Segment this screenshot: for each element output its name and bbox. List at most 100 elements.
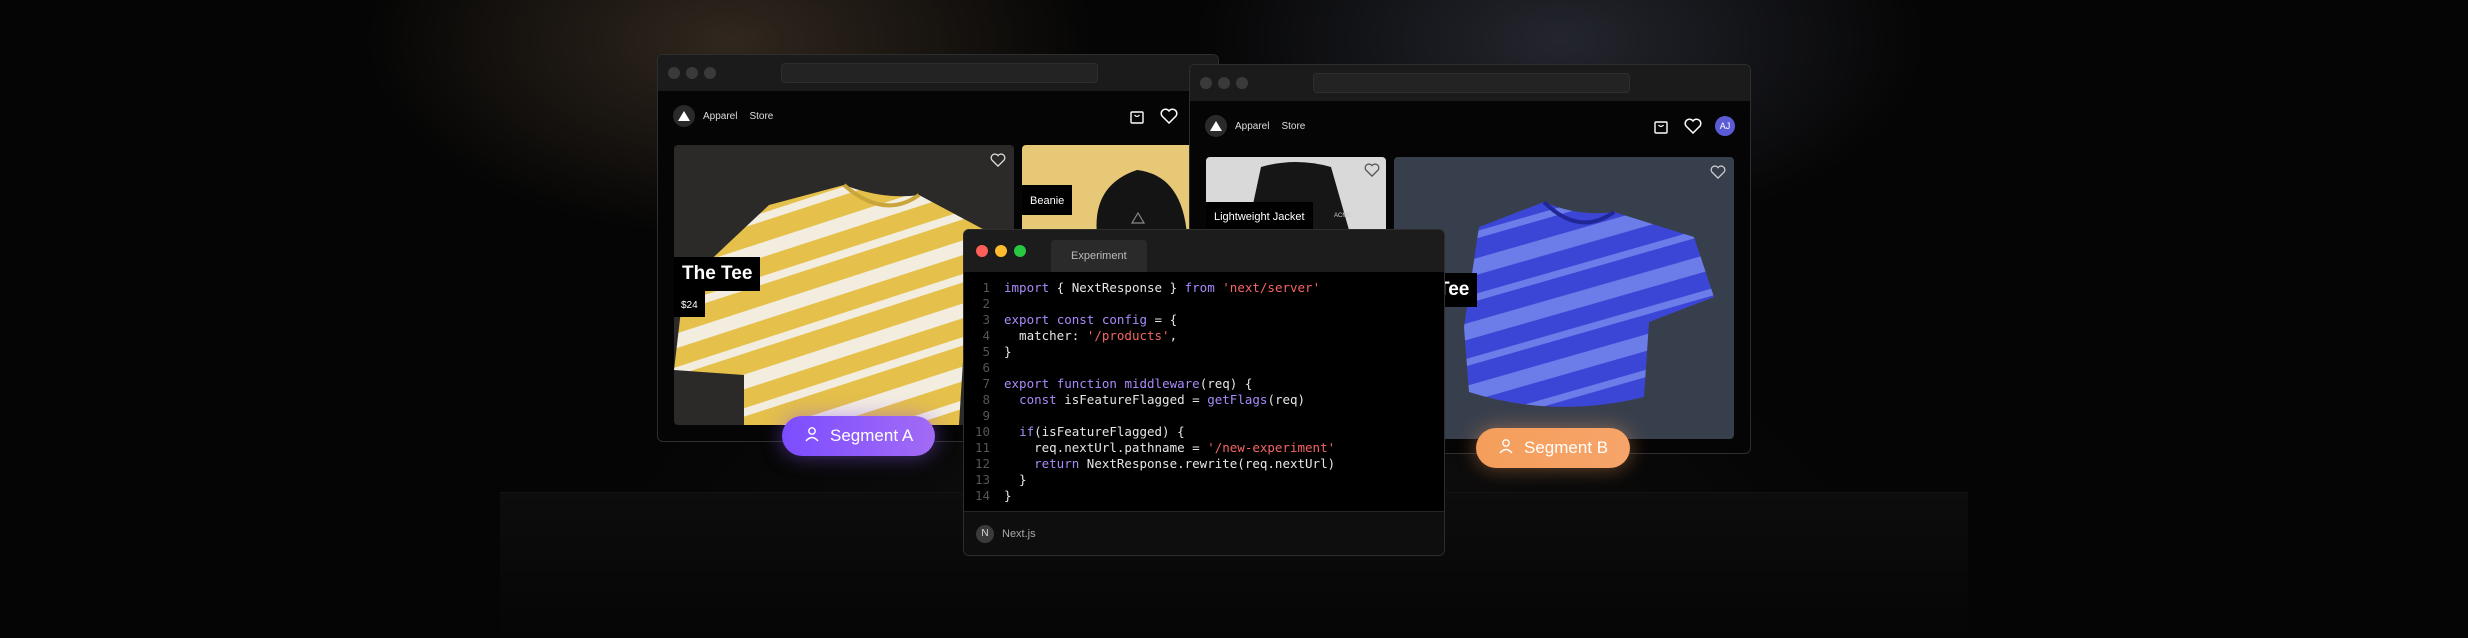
brand-name[interactable]: Apparel bbox=[703, 111, 737, 122]
code-token: , bbox=[1169, 328, 1178, 343]
user-icon bbox=[804, 426, 820, 447]
code-token: '/new-experiment' bbox=[1207, 440, 1336, 455]
window-close-dot[interactable] bbox=[668, 67, 680, 79]
code-line: 13 } bbox=[964, 472, 1444, 488]
code-line: 6 bbox=[964, 360, 1444, 376]
beanie-title: Beanie bbox=[1030, 195, 1065, 207]
segment-b-button[interactable]: Segment B bbox=[1476, 428, 1631, 468]
code-token: } bbox=[1004, 472, 1027, 487]
line-number: 7 bbox=[982, 376, 990, 391]
code-line: 7 export function middleware (req) { bbox=[964, 376, 1444, 392]
product-title-label: The Tee bbox=[674, 257, 761, 291]
code-token: from bbox=[1184, 280, 1215, 295]
code-token: matcher: bbox=[1004, 328, 1087, 343]
window-minimize-dot[interactable] bbox=[686, 67, 698, 79]
code-token: '/products' bbox=[1086, 328, 1170, 343]
code-line: 2 bbox=[964, 296, 1444, 312]
line-number: 3 bbox=[982, 312, 990, 327]
code-token: if bbox=[1019, 424, 1035, 439]
code-line: 1 import { NextResponse } from 'next/serv… bbox=[964, 280, 1444, 296]
code-editor-window: Experiment 1 import { NextResponse } from… bbox=[963, 229, 1445, 556]
segment-b-label: Segment B bbox=[1524, 438, 1609, 457]
code-token: (req) bbox=[1267, 392, 1306, 407]
url-bar[interactable] bbox=[781, 63, 1098, 83]
footer-label: Next.js bbox=[1002, 527, 1036, 540]
code-token: config bbox=[1101, 312, 1148, 327]
jacket-title: Lightweight Jacket bbox=[1214, 211, 1305, 223]
product-price: $24 bbox=[681, 300, 698, 311]
code-token: import bbox=[1004, 280, 1050, 295]
code-token: const bbox=[1019, 392, 1057, 407]
window-zoom-dot[interactable] bbox=[704, 67, 716, 79]
code-line: 4 matcher: '/products', bbox=[964, 328, 1444, 344]
code-line: 5} bbox=[964, 344, 1444, 360]
code-token: 'next/server' bbox=[1222, 280, 1321, 295]
brand-name[interactable]: Apparel bbox=[1235, 121, 1269, 132]
segment-a-label: Segment A bbox=[830, 426, 914, 445]
user-icon bbox=[1498, 438, 1514, 459]
heart-icon[interactable] bbox=[1159, 106, 1179, 126]
window-zoom-dot[interactable] bbox=[1236, 77, 1248, 89]
code-token: return bbox=[1034, 456, 1080, 471]
url-bar[interactable] bbox=[1313, 73, 1630, 93]
code-token: } bbox=[1004, 488, 1012, 503]
jacket-title-label: Lightweight Jacket bbox=[1206, 202, 1313, 230]
code-token: isFeatureFlagged = bbox=[1056, 392, 1208, 407]
code-token: function bbox=[1056, 376, 1117, 391]
line-number: 5 bbox=[982, 344, 990, 359]
code-line: 12 return NextResponse.rewrite(req.nextU… bbox=[964, 456, 1444, 472]
tab-experiment[interactable]: Experiment bbox=[1051, 240, 1147, 272]
brand-store[interactable]: Store bbox=[1281, 121, 1305, 132]
favorite-heart-icon[interactable] bbox=[990, 153, 1008, 171]
heart-icon[interactable] bbox=[1683, 116, 1703, 136]
line-number: 8 bbox=[982, 392, 990, 407]
store-nav: Apparel Store bbox=[658, 91, 1218, 141]
window-close-dot[interactable] bbox=[976, 245, 988, 257]
line-number: 13 bbox=[974, 472, 990, 487]
window-minimize-dot[interactable] bbox=[995, 245, 1007, 257]
product-title: The Tee bbox=[682, 263, 753, 284]
code-line: 8 const isFeatureFlagged = getFlags (req) bbox=[964, 392, 1444, 408]
window-close-dot[interactable] bbox=[1200, 77, 1212, 89]
window-title-bar bbox=[658, 55, 1218, 91]
code-line: 9 bbox=[964, 408, 1444, 424]
segment-a-button[interactable]: Segment A bbox=[782, 416, 936, 456]
code-token: (isFeatureFlagged) { bbox=[1034, 424, 1185, 439]
code-line: 11 req.nextUrl.pathname = '/new-experime… bbox=[964, 440, 1444, 456]
product-card-jacket[interactable]: ACME Lightweight Jacket bbox=[1206, 157, 1386, 237]
triangle-logo-icon[interactable] bbox=[673, 105, 695, 127]
line-number: 12 bbox=[974, 456, 990, 471]
code-token: req.nextUrl.pathname = bbox=[1004, 440, 1208, 455]
code-line: 3 export const config = { bbox=[964, 312, 1444, 328]
code-block[interactable]: 1 import { NextResponse } from 'next/serv… bbox=[964, 272, 1444, 504]
code-token: NextResponse.rewrite(req.nextUrl) bbox=[1079, 456, 1336, 471]
store-nav: Apparel Store AJ bbox=[1190, 101, 1750, 151]
bag-icon[interactable] bbox=[1127, 106, 1147, 126]
jacket-print: ACME bbox=[1334, 213, 1352, 219]
window-title-bar bbox=[1190, 65, 1750, 101]
code-token: const bbox=[1056, 312, 1095, 327]
editor-footer: N Next.js bbox=[964, 511, 1444, 555]
line-number: 6 bbox=[982, 360, 990, 375]
line-number: 10 bbox=[974, 424, 990, 439]
window-minimize-dot[interactable] bbox=[1218, 77, 1230, 89]
bag-icon[interactable] bbox=[1651, 116, 1671, 136]
line-number: 14 bbox=[974, 488, 990, 503]
favorite-heart-icon[interactable] bbox=[1364, 163, 1382, 181]
brand-store[interactable]: Store bbox=[749, 111, 773, 122]
line-number: 4 bbox=[982, 328, 990, 343]
code-token: getFlags bbox=[1207, 392, 1268, 407]
favorite-heart-icon[interactable] bbox=[1710, 165, 1728, 183]
line-number: 2 bbox=[982, 296, 990, 311]
avatar[interactable]: AJ bbox=[1715, 116, 1735, 136]
window-zoom-dot[interactable] bbox=[1014, 245, 1026, 257]
triangle-logo-icon[interactable] bbox=[1205, 115, 1227, 137]
line-number: 11 bbox=[974, 440, 990, 455]
code-token: } bbox=[1004, 344, 1012, 359]
